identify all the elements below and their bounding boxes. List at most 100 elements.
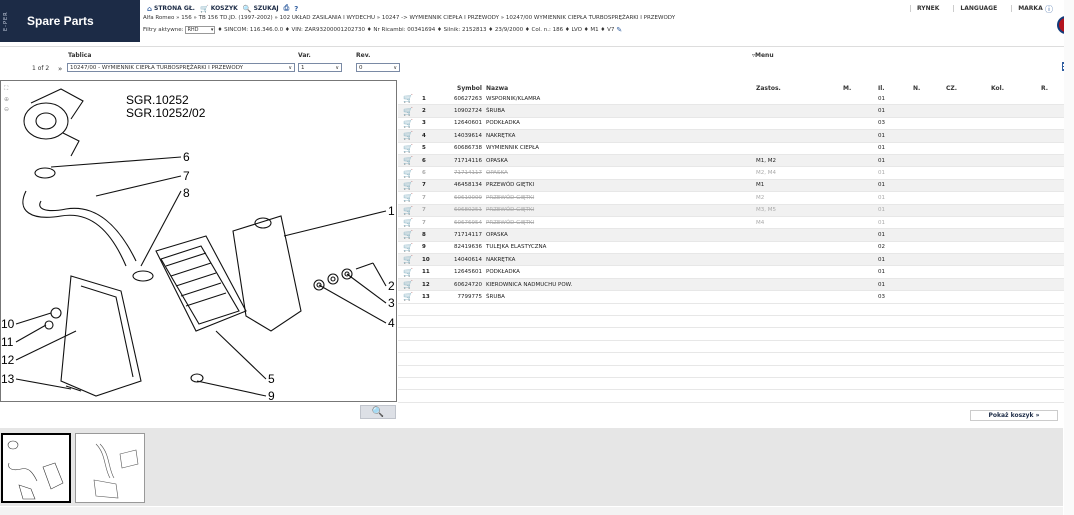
- header: E-PER Spare Parts ⌂ STRONA GŁ. 🛒 KOSZYK 🔍 S…: [0, 0, 1074, 42]
- callout-3[interactable]: 3: [388, 296, 395, 310]
- diagram-search-button[interactable]: 🔍: [360, 405, 396, 419]
- breadcrumb[interactable]: Alfa Romeo » 156 » TB 156 TD.JD. (1997-2…: [143, 15, 675, 21]
- row-symbol: 46458134: [454, 182, 482, 189]
- callout-4[interactable]: 4: [388, 316, 395, 330]
- row-number: 9: [422, 244, 426, 251]
- table-row[interactable]: 🛒 12 60624720 KIEROWNICA NADMUCHU POW. 01: [398, 278, 1070, 292]
- callout-13[interactable]: 13: [1, 372, 15, 386]
- nav-search-label: SZUKAJ: [253, 5, 279, 12]
- callout-8[interactable]: 8: [183, 186, 190, 200]
- nav-rynek[interactable]: RYNEK: [910, 5, 945, 12]
- header-il[interactable]: Il.: [878, 85, 913, 92]
- parts-diagram[interactable]: ⛶ ⊕ ⊖ SGR.10252 SGR.10252/02 1 2 3 4 5 6…: [0, 80, 397, 402]
- add-to-cart-icon[interactable]: 🛒: [398, 230, 418, 239]
- callout-7[interactable]: 7: [183, 169, 190, 183]
- add-to-cart-icon[interactable]: 🛒: [398, 268, 418, 277]
- header-cz[interactable]: CZ.: [946, 85, 991, 92]
- show-cart-button[interactable]: Pokaż koszyk »: [970, 410, 1058, 421]
- nav-home[interactable]: ⌂ STRONA GŁ.: [147, 4, 195, 13]
- nav-cart[interactable]: 🛒 KOSZYK: [200, 4, 238, 13]
- table-empty-rows: [398, 304, 1070, 403]
- vertical-scrollbar[interactable]: [1064, 0, 1074, 515]
- help-button[interactable]: ?: [294, 4, 298, 13]
- table-row[interactable]: 🛒 6 71714116 OPASKA M1, M2 01: [398, 154, 1070, 168]
- nav-search[interactable]: 🔍 SZUKAJ: [243, 4, 279, 13]
- header-m[interactable]: M.: [843, 85, 878, 92]
- table-row[interactable]: 🛒 7 60619009 PRZEWÓD GIĘTKI M2 01: [398, 192, 1070, 205]
- table-row[interactable]: 🛒 7 46458134 PRZEWÓD GIĘTKI M1 01: [398, 179, 1070, 193]
- add-to-cart-icon[interactable]: 🛒: [398, 193, 418, 202]
- header-zastos[interactable]: Zastos.: [756, 85, 843, 92]
- callout-10[interactable]: 10: [1, 317, 15, 331]
- table-row[interactable]: 🛒 10 14040614 NAKRĘTKA 01: [398, 254, 1070, 267]
- edit-filter-icon[interactable]: ✎: [616, 26, 622, 34]
- add-to-cart-icon[interactable]: 🛒: [398, 107, 418, 116]
- table-row[interactable]: 🛒 6 71714117 OPASKA M2, M4 01: [398, 167, 1070, 180]
- row-symbol: 71714117: [454, 170, 482, 177]
- table-row[interactable]: 🛒 4 14039614 NAKRĘTKA 01: [398, 130, 1070, 143]
- callout-6[interactable]: 6: [183, 150, 190, 164]
- callout-12[interactable]: 12: [1, 353, 15, 367]
- callout-11[interactable]: 11: [1, 335, 14, 349]
- add-to-cart-icon[interactable]: 🛒: [398, 255, 418, 264]
- table-row[interactable]: 🛒 9 82419636 TULEJKA ELASTYCZNA 02: [398, 242, 1070, 255]
- add-to-cart-icon[interactable]: 🛒: [398, 206, 418, 215]
- next-page-icon[interactable]: »: [58, 65, 62, 73]
- rev-select[interactable]: 0 ∨: [356, 63, 400, 72]
- row-symbol: 71714117: [454, 231, 482, 238]
- horizontal-scrollbar[interactable]: [0, 507, 1063, 515]
- add-to-cart-icon[interactable]: 🛒: [398, 280, 418, 289]
- table-row[interactable]: 🛒 5 60686738 WYMIENNIK CIEPŁA 01: [398, 143, 1070, 155]
- row-name: KIEROWNICA NADMUCHU POW.: [486, 281, 573, 288]
- header-r[interactable]: R.: [1041, 85, 1061, 92]
- add-to-cart-icon[interactable]: 🛒: [398, 131, 418, 140]
- row-number: 6: [422, 157, 426, 164]
- add-to-cart-icon[interactable]: 🛒: [398, 218, 418, 227]
- table-row[interactable]: 🛒 13 7799775 ŚRUBA 03: [398, 291, 1070, 304]
- row-symbol: 60627263: [454, 95, 482, 102]
- add-to-cart-icon[interactable]: 🛒: [398, 144, 418, 153]
- add-to-cart-icon[interactable]: 🛒: [398, 119, 418, 128]
- row-applicability: M1, M2: [756, 157, 776, 164]
- table-row[interactable]: 🛒 1 60627263 WSPORNIK/KLAMRA 01: [398, 93, 1070, 106]
- menu-toggle[interactable]: ▿Menu: [752, 52, 774, 59]
- add-to-cart-icon[interactable]: 🛒: [398, 94, 418, 103]
- callout-1[interactable]: 1: [388, 204, 395, 218]
- var-select[interactable]: 1 ∨: [298, 63, 342, 72]
- thumbnail-2[interactable]: [75, 433, 145, 503]
- header-n[interactable]: N.: [913, 85, 946, 92]
- print-button[interactable]: ⎙: [284, 4, 290, 13]
- row-number: 7: [422, 219, 426, 226]
- add-to-cart-icon[interactable]: 🛒: [398, 292, 418, 301]
- info-icon[interactable]: ⓘ: [1045, 4, 1053, 15]
- thumbnail-1[interactable]: [1, 433, 71, 503]
- empty-row: [398, 366, 1070, 378]
- add-to-cart-icon[interactable]: 🛒: [398, 169, 418, 178]
- table-row[interactable]: 🛒 7 60676954 PRZEWÓD GIĘTKI M4 01: [398, 217, 1070, 230]
- nav-marka[interactable]: MARKA: [1011, 5, 1049, 12]
- table-row[interactable]: 🛒 7 60680251 PRZEWÓD GIĘTKI M3, M5 01: [398, 204, 1070, 217]
- table-row[interactable]: 🛒 3 12640601 PODKŁADKA 03: [398, 118, 1070, 131]
- callout-9[interactable]: 9: [268, 389, 275, 402]
- tablica-select[interactable]: 10247/00 - WYMIENNIK CIEPŁA TURBOSPRĘŻAR…: [67, 63, 295, 72]
- row-name: PRZEWÓD GIĘTKI: [486, 207, 535, 214]
- add-to-cart-icon[interactable]: 🛒: [398, 243, 418, 252]
- header-nazwa[interactable]: Nazwa: [486, 85, 756, 92]
- row-name: WSPORNIK/KLAMRA: [486, 95, 541, 102]
- callout-5[interactable]: 5: [268, 372, 275, 386]
- zoom-out-icon[interactable]: ⊖: [4, 106, 9, 113]
- app-title: Spare Parts: [27, 14, 94, 28]
- nav-language[interactable]: LANGUAGE: [953, 5, 1003, 12]
- header-symbol[interactable]: Symbol: [438, 85, 486, 92]
- add-to-cart-icon[interactable]: 🛒: [398, 181, 418, 190]
- filters-select[interactable]: RHD ▾: [185, 26, 216, 34]
- zoom-in-icon[interactable]: ⊕: [4, 96, 9, 103]
- empty-row: [398, 328, 1070, 341]
- header-kol[interactable]: Kol.: [991, 85, 1041, 92]
- table-row[interactable]: 🛒 2 10902724 ŚRUBA 01: [398, 105, 1070, 118]
- fit-icon[interactable]: ⛶: [4, 85, 9, 93]
- table-row[interactable]: 🛒 8 71714117 OPASKA 01: [398, 229, 1070, 242]
- callout-2[interactable]: 2: [388, 279, 395, 293]
- table-row[interactable]: 🛒 11 12645601 PODKŁADKA 01: [398, 266, 1070, 279]
- add-to-cart-icon[interactable]: 🛒: [398, 156, 418, 165]
